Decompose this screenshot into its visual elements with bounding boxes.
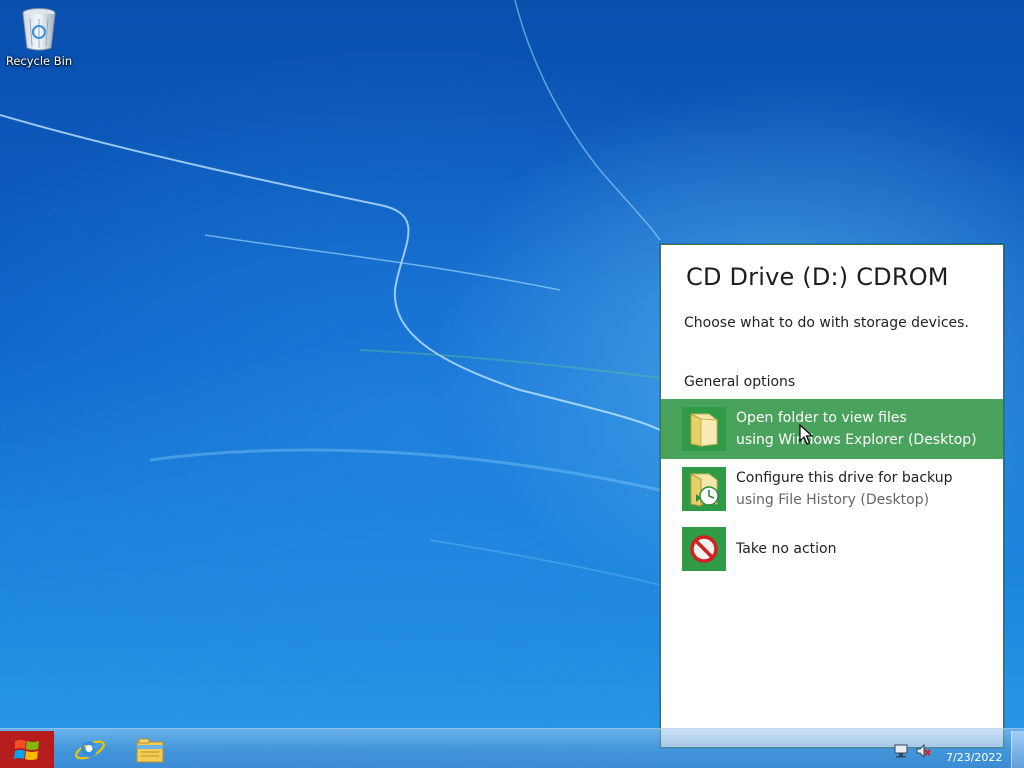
option-line2: using File History (Desktop) [736,492,930,508]
taskbar-internet-explorer[interactable] [60,731,120,768]
start-button[interactable] [0,731,54,768]
no-action-icon [690,535,718,563]
taskbar-clock-date[interactable]: 7/23/2022 [946,751,1002,764]
options-group-label: General options [684,374,796,390]
taskbar-file-explorer[interactable] [120,731,180,768]
autoplay-title: CD Drive (D:) CDROM [686,263,949,291]
option-tile [682,467,726,511]
file-history-icon [690,473,719,507]
option-line1: Take no action [736,541,837,557]
option-line1: Open folder to view files [736,410,907,426]
show-desktop-button[interactable] [1011,731,1024,768]
option-tile [682,407,726,451]
windows-logo-icon [14,740,39,760]
option-line1: Configure this drive for backup [736,470,953,486]
desktop-icon-recycle-bin[interactable]: Recycle Bin [4,6,74,76]
taskbar: 7/23/2022 [0,728,1024,768]
option-tile [682,527,726,571]
option-configure-backup[interactable]: Configure this drive for backup using Fi… [661,459,1003,519]
folder-icon [690,413,718,447]
file-explorer-icon [136,738,164,763]
volume-muted-icon[interactable] [915,743,931,759]
option-take-no-action[interactable]: Take no action [661,519,1003,579]
desktop-icon-label: Recycle Bin [5,54,73,68]
network-icon[interactable] [893,743,909,759]
autoplay-subtitle: Choose what to do with storage devices. [684,315,969,331]
autoplay-panel: CD Drive (D:) CDROM Choose what to do wi… [660,244,1004,748]
option-line2: using Windows Explorer (Desktop) [736,432,977,448]
recycle-bin-icon [22,8,56,51]
internet-explorer-icon [75,740,105,760]
option-open-folder[interactable]: Open folder to view files using Windows … [661,399,1003,459]
autoplay-options-list: Open folder to view files using Windows … [661,399,1003,579]
